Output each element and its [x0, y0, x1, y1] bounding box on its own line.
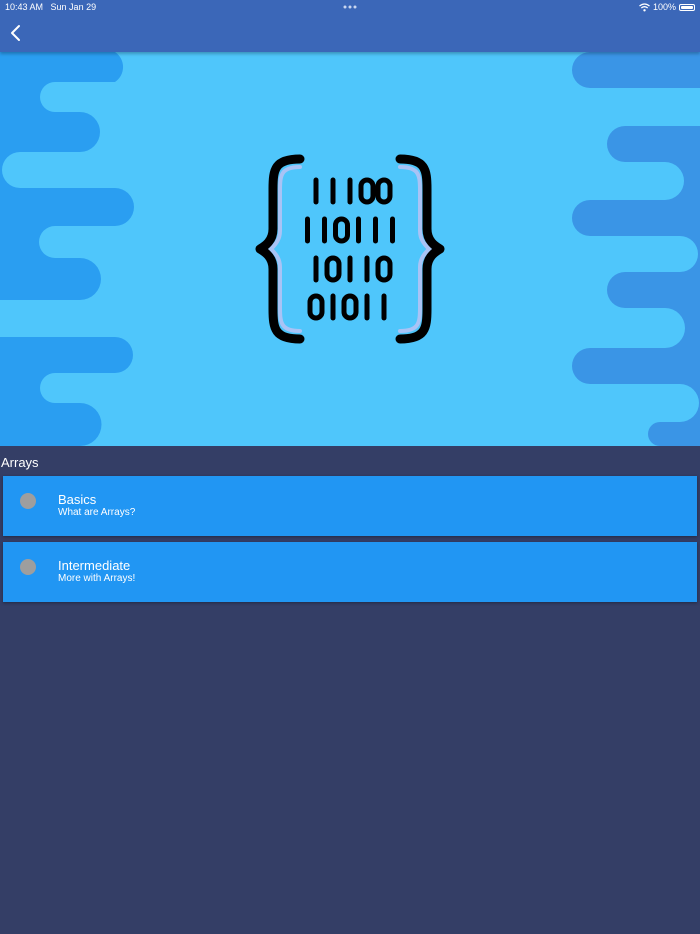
binary-digit-zero — [375, 177, 393, 205]
binary-digit-zero — [324, 255, 342, 283]
lesson-card-intermediate[interactable]: Intermediate More with Arrays! — [3, 542, 697, 602]
lesson-status-indicator — [20, 493, 36, 509]
back-button[interactable] — [6, 22, 26, 44]
binary-digit-zero — [341, 293, 359, 321]
lesson-subtitle: What are Arrays? — [58, 507, 136, 518]
app-bar: 10:43 AM Sun Jan 29 100% — [0, 0, 700, 52]
lesson-card-basics[interactable]: Basics What are Arrays? — [3, 476, 697, 536]
left-waves — [0, 52, 134, 446]
binary-digits — [305, 177, 395, 321]
multitasking-dots-icon[interactable] — [342, 2, 358, 12]
binary-digit-zero — [333, 216, 350, 244]
hero-illustration — [0, 52, 700, 446]
lesson-status-indicator — [20, 559, 36, 575]
status-time-value: 10:43 AM — [5, 2, 44, 12]
binary-code-braces-icon — [255, 154, 445, 344]
binary-digit-zero — [358, 177, 376, 205]
chevron-left-icon — [11, 25, 20, 41]
binary-digit-zero — [307, 293, 325, 321]
section-title: Arrays — [1, 455, 39, 470]
hero-banner — [0, 52, 700, 446]
battery-fill — [681, 5, 693, 9]
right-waves — [571, 52, 700, 446]
lesson-title: Intermediate — [58, 558, 131, 573]
wifi-icon — [639, 2, 650, 11]
battery-percent: 100% — [652, 2, 676, 12]
status-time: 10:43 AM Sun Jan 29 — [5, 2, 96, 12]
binary-digit-zero — [375, 255, 393, 283]
lesson-title: Basics — [58, 492, 97, 507]
status-right: 100% — [639, 2, 695, 12]
battery-icon — [679, 3, 695, 11]
lesson-subtitle: More with Arrays! — [58, 573, 136, 584]
status-date: Sun Jan 29 — [50, 2, 97, 12]
